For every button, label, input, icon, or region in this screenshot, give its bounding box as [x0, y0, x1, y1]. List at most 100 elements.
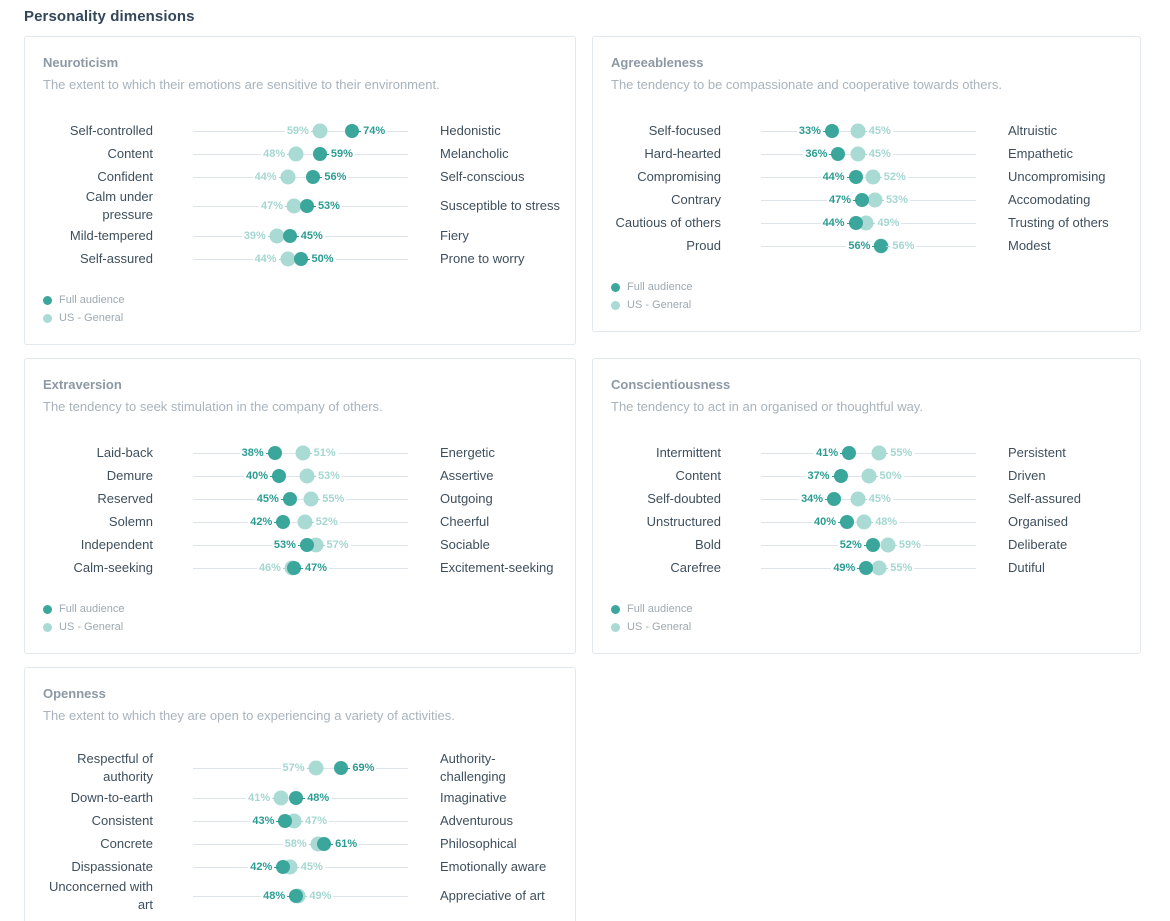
full-audience-value: 56%	[846, 239, 872, 253]
full-audience-dot[interactable]	[834, 469, 848, 483]
legend: Full audience US - General	[43, 601, 557, 635]
trait-row: Carefree49%55%Dutiful	[611, 556, 1122, 579]
full-audience-value: 38%	[240, 446, 266, 460]
trait-label-left: Solemn	[43, 513, 153, 531]
card-agreeableness: AgreeablenessThe tendency to be compassi…	[592, 36, 1141, 332]
trait-label-right: Cheerful	[440, 513, 560, 531]
trait-label-left: Self-assured	[43, 250, 153, 268]
legend-label: Full audience	[627, 280, 692, 294]
legend-item-full-audience[interactable]: Full audience	[611, 601, 1122, 617]
us-general-value: 48%	[873, 515, 899, 529]
card-title: Extraversion	[43, 377, 557, 393]
full-audience-dot[interactable]	[825, 124, 839, 138]
trait-label-left: Self-controlled	[43, 122, 153, 140]
card-neuroticism: NeuroticismThe extent to which their emo…	[24, 36, 576, 345]
card-title: Conscientiousness	[611, 377, 1122, 393]
trait-label-left: Demure	[43, 467, 153, 485]
card-conscientiousness: ConscientiousnessThe tendency to act in …	[592, 358, 1141, 654]
full-audience-dot[interactable]	[855, 193, 869, 207]
us-general-value: 48%	[261, 147, 287, 161]
trait-label-left: Down-to-earth	[43, 789, 153, 807]
us-general-value: 45%	[867, 124, 893, 138]
full-audience-dot[interactable]	[842, 446, 856, 460]
full-audience-dot[interactable]	[300, 538, 314, 552]
trait-label-right: Hedonistic	[440, 122, 560, 140]
legend-item-us-general[interactable]: US - General	[43, 310, 557, 326]
card-title: Openness	[43, 686, 557, 702]
dot-plot: 44% 52%	[761, 165, 976, 188]
full-audience-dot[interactable]	[859, 561, 873, 575]
trait-label-right: Sociable	[440, 536, 560, 554]
full-audience-dot[interactable]	[268, 446, 282, 460]
trait-label-left: Respectful of authority	[43, 750, 153, 786]
full-audience-dot[interactable]	[831, 147, 845, 161]
trait-label-right: Authority-challenging	[440, 750, 560, 786]
dot-plot: 53%57%	[193, 533, 408, 556]
dot-plot: 37%50%	[761, 464, 976, 487]
trait-label-right: Driven	[1008, 467, 1128, 485]
dot-plot: 34%45%	[761, 487, 976, 510]
full-audience-dot[interactable]	[283, 492, 297, 506]
legend-item-full-audience[interactable]: Full audience	[43, 601, 557, 617]
full-audience-dot[interactable]	[276, 515, 290, 529]
trait-label-left: Carefree	[611, 559, 721, 577]
trait-row: Consistent43%47%Adventurous	[43, 809, 557, 832]
legend-label: US - General	[627, 620, 691, 634]
dot-plot-rows: Respectful of authority69%57%Authority-c…	[43, 750, 557, 914]
dot-plot: 43%47%	[193, 809, 408, 832]
card-title: Neuroticism	[43, 55, 557, 71]
full-audience-dot[interactable]	[289, 889, 303, 903]
dot-plot: 74%59%	[193, 119, 408, 142]
trait-label-right: Melancholic	[440, 145, 560, 163]
dot-plot: 61%58%	[193, 832, 408, 855]
full-audience-dot[interactable]	[866, 538, 880, 552]
full-audience-dot[interactable]	[272, 469, 286, 483]
trait-label-left: Intermittent	[611, 444, 721, 462]
dot-plot-track	[193, 499, 408, 500]
us-general-value: 45%	[867, 492, 893, 506]
us-general-value: 46%	[257, 561, 283, 575]
trait-label-right: Imaginative	[440, 789, 560, 807]
trait-row: Confident56%44%Self-conscious	[43, 165, 557, 188]
full-audience-value: 42%	[248, 515, 274, 529]
full-audience-dot[interactable]	[276, 860, 290, 874]
cards-grid: NeuroticismThe extent to which their emo…	[24, 36, 1170, 921]
trait-row: Solemn42%52%Cheerful	[43, 510, 557, 533]
us-general-value: 52%	[882, 170, 908, 184]
us-general-value: 53%	[316, 469, 342, 483]
dot-plot: 41%55%	[761, 441, 976, 464]
us-general-value: 45%	[867, 147, 893, 161]
trait-label-right: Susceptible to stress	[440, 197, 560, 215]
full-audience-dot[interactable]	[849, 170, 863, 184]
trait-row: Self-controlled 74%59% Hedonistic	[43, 119, 557, 142]
trait-label-right: Modest	[1008, 237, 1128, 255]
card-openness: OpennessThe extent to which they are ope…	[24, 667, 576, 921]
trait-row: Unconcerned with art48%49%Appreciative o…	[43, 878, 557, 914]
legend-item-full-audience[interactable]: Full audience	[611, 279, 1122, 295]
full-audience-value: 41%	[814, 446, 840, 460]
full-audience-dot[interactable]	[849, 216, 863, 230]
full-audience-value: 44%	[821, 170, 847, 184]
full-audience-dot[interactable]	[840, 515, 854, 529]
card-description: The tendency to be compassionate and coo…	[611, 76, 1122, 93]
trait-label-right: Philosophical	[440, 835, 560, 853]
trait-label-right: Self-assured	[1008, 490, 1128, 508]
legend-item-us-general[interactable]: US - General	[611, 297, 1122, 313]
us-general-value: 49%	[307, 889, 333, 903]
legend-dot-icon	[611, 283, 620, 292]
dot-plot: 56%44%	[193, 165, 408, 188]
legend-item-us-general[interactable]: US - General	[611, 619, 1122, 635]
trait-row: Laid-back38%51%Energetic	[43, 441, 557, 464]
legend-item-full-audience[interactable]: Full audience	[43, 292, 557, 308]
full-audience-dot[interactable]	[278, 814, 292, 828]
full-audience-value: 36%	[803, 147, 829, 161]
trait-label-right: Persistent	[1008, 444, 1128, 462]
trait-label-left: Mild-tempered	[43, 227, 153, 245]
trait-label-right: Fiery	[440, 227, 560, 245]
full-audience-dot[interactable]	[827, 492, 841, 506]
trait-label-left: Compromising	[611, 168, 721, 186]
trait-label-right: Emotionally aware	[440, 858, 560, 876]
legend-item-us-general[interactable]: US - General	[43, 619, 557, 635]
card-extraversion: ExtraversionThe tendency to seek stimula…	[24, 358, 576, 654]
us-general-value: 50%	[878, 469, 904, 483]
